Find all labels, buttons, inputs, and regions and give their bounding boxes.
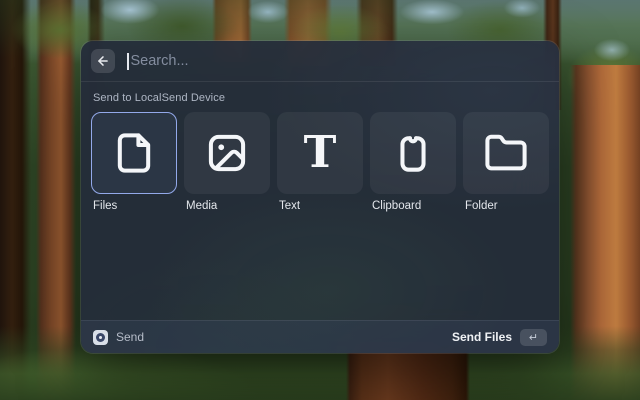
card-clipboard[interactable] [370,112,456,194]
search-input[interactable] [131,53,550,69]
enter-key-badge: ↵ [520,329,547,346]
card-folder[interactable] [463,112,549,194]
send-files-label: Send Files [452,330,512,344]
card-label-folder: Folder [463,200,549,212]
send-files-button[interactable]: Send Files ↵ [452,329,547,346]
card-media[interactable] [184,112,270,194]
localsend-ring [96,333,105,342]
card-label-clipboard: Clipboard [370,200,456,212]
clipboard-icon [390,130,436,176]
card-label-text: Text [277,200,363,212]
search-bar [81,41,559,82]
send-option-folder: Folder [463,112,549,212]
localsend-command-palette: Send to LocalSend Device Files Media T T… [81,41,559,353]
image-icon [204,130,250,176]
text-cursor [127,53,129,70]
text-icon: T [297,130,343,176]
back-button[interactable] [91,49,115,73]
folder-icon [483,130,529,176]
send-option-text: T Text [277,112,363,212]
card-files[interactable] [91,112,177,194]
localsend-dot [99,336,102,339]
card-text[interactable]: T [277,112,363,194]
arrow-left-icon [96,54,110,68]
localsend-app-icon [93,330,108,345]
action-bar: Send Send Files ↵ [81,320,559,353]
section-title: Send to LocalSend Device [93,92,547,104]
send-option-files: Files [91,112,177,212]
file-icon [111,130,157,176]
card-label-files: Files [91,200,177,212]
send-option-clipboard: Clipboard [370,112,456,212]
send-option-media: Media [184,112,270,212]
search-field-wrap [127,53,549,70]
card-label-media: Media [184,200,270,212]
send-options-grid: Files Media T Text Clipboard Folder [81,112,559,212]
action-label: Send [116,330,144,344]
